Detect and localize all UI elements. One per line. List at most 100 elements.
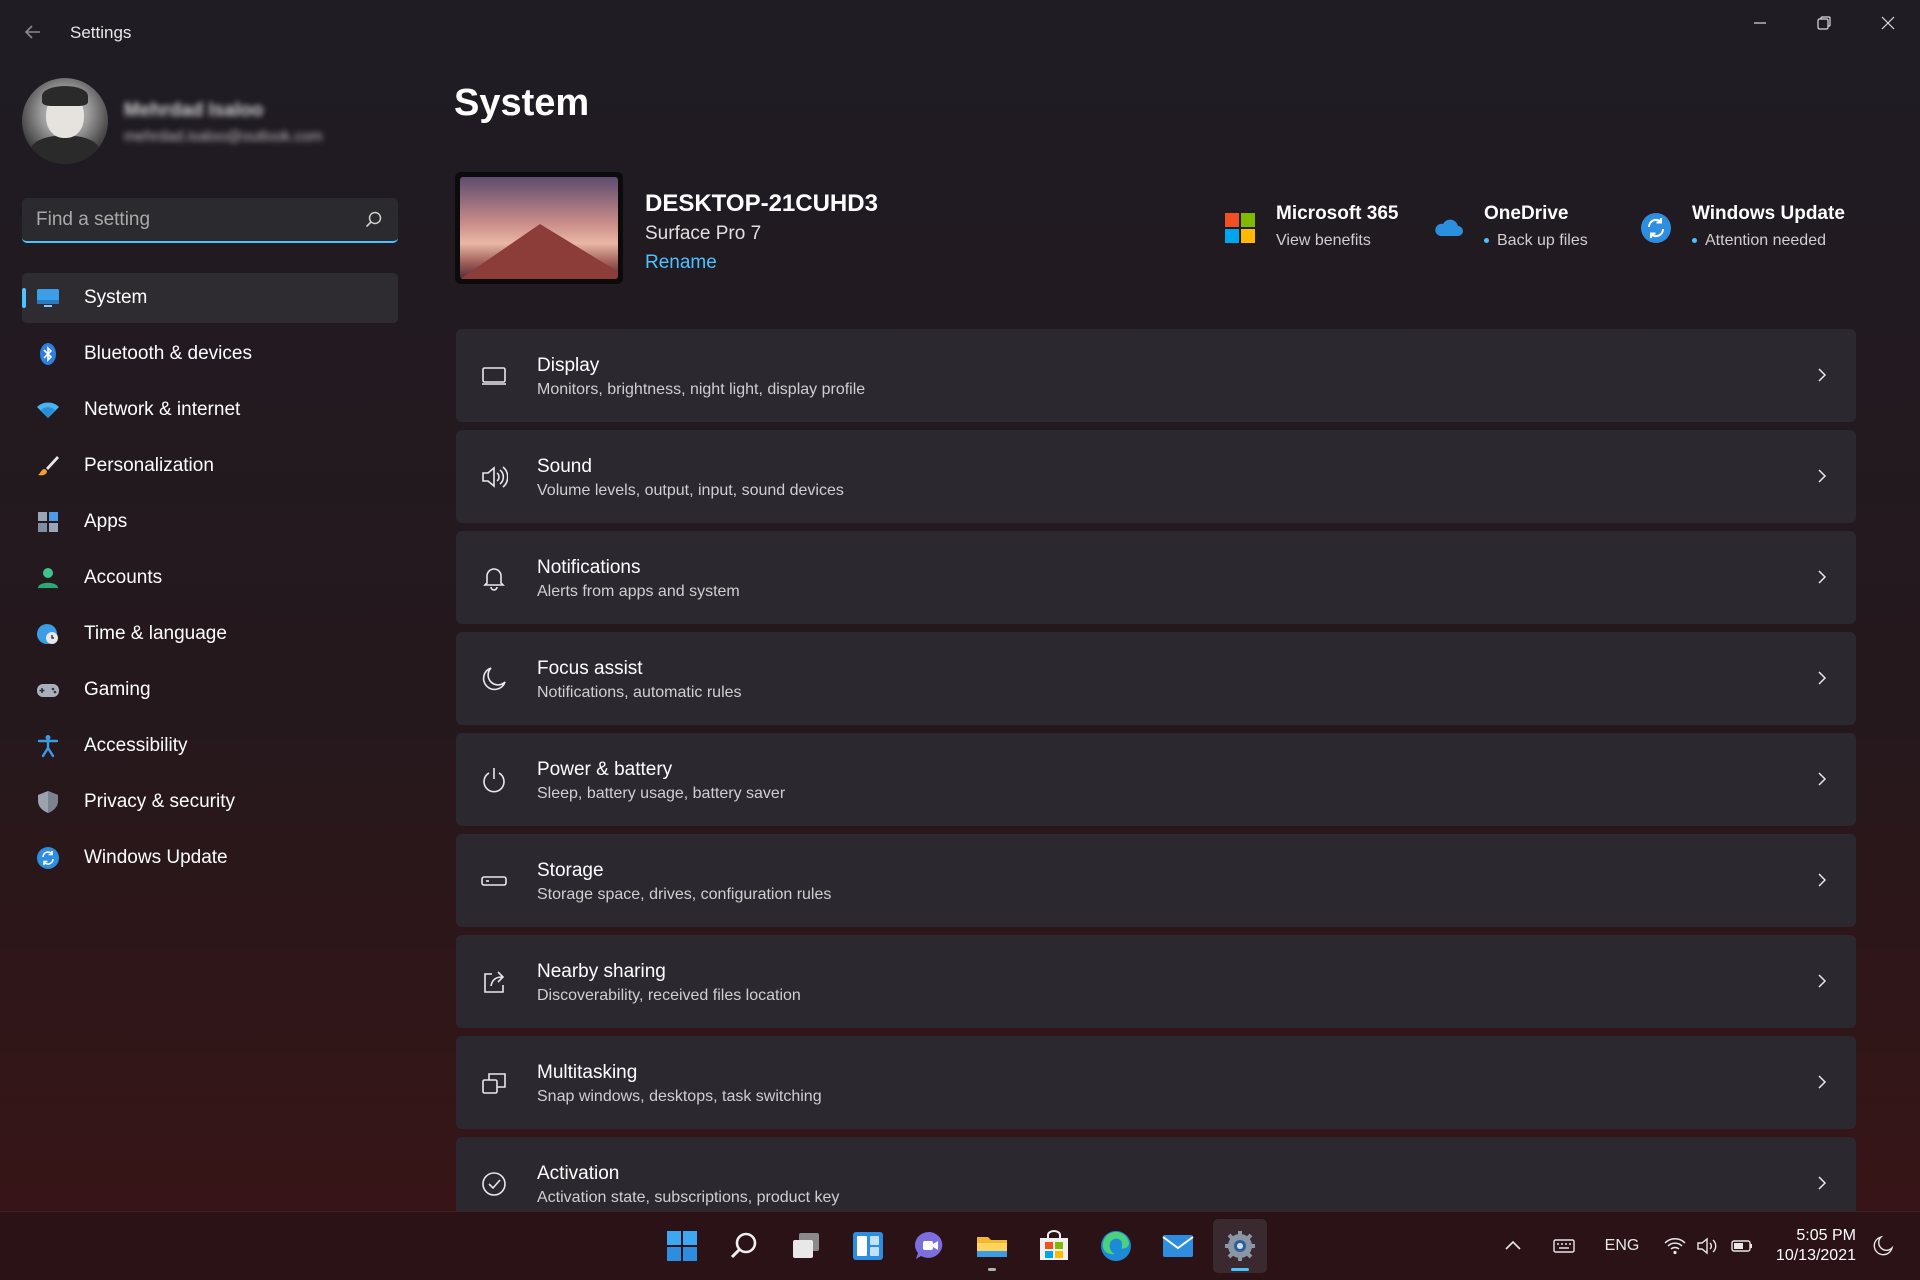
device-name: DESKTOP-21CUHD3 [645, 190, 878, 217]
show-hidden-icons-button[interactable] [1500, 1232, 1526, 1260]
settings-card-nearby-sharing[interactable]: Nearby sharing Discoverability, received… [456, 935, 1856, 1028]
file-explorer-icon [977, 1237, 1007, 1257]
sidebar-item-accessibility[interactable]: Accessibility [22, 721, 398, 771]
taskbar-widgets-button[interactable] [841, 1219, 895, 1273]
gamepad-icon [37, 684, 59, 697]
running-indicator [988, 1268, 996, 1271]
sidebar-item-system[interactable]: System [22, 273, 398, 323]
card-title: Focus assist [537, 658, 643, 679]
card-subtitle: Alerts from apps and system [537, 583, 740, 600]
card-title: Activation [537, 1163, 620, 1184]
touch-keyboard-button[interactable] [1550, 1232, 1578, 1260]
check-circle-icon [482, 1172, 506, 1196]
shield-icon [38, 791, 58, 813]
card-title: Display [537, 355, 600, 376]
settings-card-power-battery[interactable]: Power & battery Sleep, battery usage, ba… [456, 733, 1856, 826]
card-title: Sound [537, 456, 592, 477]
taskbar-chat-button[interactable] [903, 1219, 957, 1273]
sidebar-item-label: Personalization [84, 455, 214, 476]
keyboard-icon [1553, 1239, 1575, 1253]
focus-assist-button[interactable] [1870, 1232, 1896, 1260]
power-icon [483, 768, 505, 793]
window-title: Settings [70, 23, 132, 42]
card-title: Storage [537, 860, 604, 881]
taskbar-start-button[interactable] [655, 1219, 709, 1273]
volume-button[interactable] [1694, 1232, 1720, 1260]
quick-link-subtitle: Attention needed [1692, 232, 1826, 250]
sidebar-item-accounts[interactable]: Accounts [22, 553, 398, 603]
restore-icon [1817, 16, 1831, 30]
taskbar-task-view-button[interactable] [779, 1219, 833, 1273]
quick-link-title: Windows Update [1692, 203, 1845, 224]
settings-card-multitasking[interactable]: Multitasking Snap windows, desktops, tas… [456, 1036, 1856, 1129]
taskbar-edge-button[interactable] [1089, 1219, 1143, 1273]
globe-clock-icon [37, 624, 58, 644]
settings-card-notifications[interactable]: Notifications Alerts from apps and syste… [456, 531, 1856, 624]
title-bar: Settings [0, 0, 1920, 68]
settings-card-focus-assist[interactable]: Focus assist Notifications, automatic ru… [456, 632, 1856, 725]
status-dot [1484, 238, 1489, 244]
network-button[interactable] [1662, 1232, 1688, 1260]
settings-list: Display Monitors, brightness, night ligh… [456, 329, 1856, 1238]
rename-link[interactable]: Rename [645, 252, 717, 274]
chevron-up-icon [1505, 1240, 1521, 1250]
chevron-right-icon [1818, 1176, 1827, 1190]
chevron-right-icon [1818, 570, 1827, 584]
status-dot [1692, 238, 1697, 244]
taskbar-search-button[interactable] [717, 1219, 771, 1273]
bluetooth-icon [40, 343, 56, 365]
sidebar-item-apps[interactable]: Apps [22, 497, 398, 547]
taskbar-file-explorer-button[interactable] [965, 1219, 1019, 1273]
user-email: mehrdad.isaloo@outlook.com [124, 128, 323, 145]
sidebar-item-windows-update[interactable]: Windows Update [22, 833, 398, 883]
sidebar-item-time-language[interactable]: Time & language [22, 609, 398, 659]
restore-button[interactable] [1792, 0, 1856, 46]
battery-button[interactable] [1728, 1232, 1756, 1260]
start-icon [667, 1231, 697, 1261]
taskbar-mail-button[interactable] [1151, 1219, 1205, 1273]
settings-card-display[interactable]: Display Monitors, brightness, night ligh… [456, 329, 1856, 422]
taskbar-clock[interactable]: 5:05 PM 10/13/2021 [1776, 1226, 1856, 1266]
search-input[interactable] [36, 198, 356, 241]
back-button[interactable] [18, 20, 48, 50]
sidebar-item-privacy-security[interactable]: Privacy & security [22, 777, 398, 827]
speaker-icon [482, 466, 508, 488]
device-model: Surface Pro 7 [645, 223, 762, 244]
card-subtitle: Storage space, drives, configuration rul… [537, 886, 832, 903]
sidebar-item-personalization[interactable]: Personalization [22, 441, 398, 491]
search-icon[interactable] [364, 210, 384, 230]
settings-card-sound[interactable]: Sound Volume levels, output, input, soun… [456, 430, 1856, 523]
sidebar-item-gaming[interactable]: Gaming [22, 665, 398, 715]
sidebar-item-label: Bluetooth & devices [84, 343, 252, 364]
clock-date: 10/13/2021 [1775, 1247, 1856, 1264]
card-subtitle: Notifications, automatic rules [537, 684, 742, 701]
onedrive-icon [1435, 219, 1463, 236]
store-icon [1040, 1230, 1068, 1260]
minimize-button[interactable] [1728, 0, 1792, 46]
settings-card-storage[interactable]: Storage Storage space, drives, configura… [456, 834, 1856, 927]
user-name: Mehrdad Isaloo [124, 100, 264, 121]
close-button[interactable] [1856, 0, 1920, 46]
language-indicator[interactable]: ENG [1602, 1232, 1642, 1260]
battery-icon [1731, 1240, 1752, 1252]
device-thumbnail [455, 172, 623, 284]
taskbar-store-button[interactable] [1027, 1219, 1081, 1273]
system-icon [37, 289, 59, 307]
user-profile[interactable]: Mehrdad Isaloo mehrdad.isaloo@outlook.co… [22, 78, 402, 168]
taskbar-settings-button[interactable] [1213, 1219, 1267, 1273]
bell-icon [483, 568, 505, 591]
close-icon [1881, 16, 1895, 30]
chevron-right-icon [1818, 1075, 1827, 1089]
speaker-icon [1697, 1237, 1717, 1255]
sidebar-item-label: Privacy & security [84, 791, 235, 812]
chevron-right-icon [1818, 368, 1827, 382]
quick-link-title: Microsoft 365 [1276, 203, 1399, 224]
accessibility-icon [37, 735, 59, 758]
sidebar-item-label: Accounts [84, 567, 163, 588]
sidebar-item-network[interactable]: Network & internet [22, 385, 398, 435]
clock-time: 5:05 PM [1796, 1227, 1856, 1244]
search-icon [730, 1232, 757, 1259]
sidebar-item-bluetooth[interactable]: Bluetooth & devices [22, 329, 398, 379]
arrow-left-icon [24, 25, 40, 39]
update-icon [37, 847, 59, 869]
